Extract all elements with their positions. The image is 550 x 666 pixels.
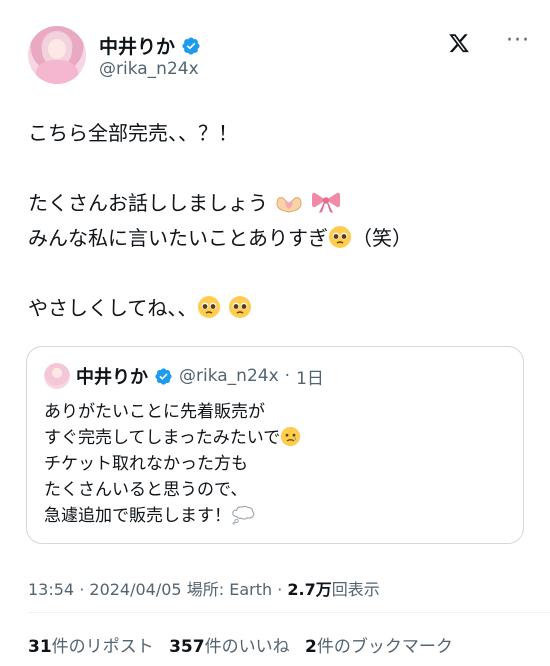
- tweet-body: こちら全部完売、、？！ たくさんお話ししましょう みんな私に言いたいことありすぎ…: [28, 116, 412, 326]
- reposts-stat[interactable]: 31件のリポスト: [28, 637, 154, 657]
- author-name-row: 中井りか: [99, 32, 201, 59]
- views-label: 回表示: [331, 580, 380, 599]
- pleading-face-emoji: [228, 296, 251, 318]
- quoted-line: 急遽追加で販売します！: [44, 503, 301, 529]
- separator-dot: ·: [277, 580, 283, 599]
- ribbon-emoji: [311, 192, 340, 213]
- x-logo-icon[interactable]: [448, 32, 470, 54]
- heart-hands-emoji: [276, 197, 302, 213]
- tweet-header: 中井りか @rika_n24x ···: [28, 26, 530, 88]
- tweet-time[interactable]: 13:54: [28, 580, 74, 599]
- thought-balloon-emoji: [232, 505, 255, 525]
- author-name[interactable]: 中井りか: [99, 32, 175, 59]
- face-holding-back-tears-emoji: [281, 426, 301, 447]
- quoted-line: すぐ完売してしまったみたいで: [44, 425, 301, 451]
- pleading-face-emoji: [198, 296, 221, 318]
- views-count: 2.7万: [287, 580, 332, 599]
- quoted-tweet-body: ありがたいことに先着販売が すぐ完売してしまったみたいで チケット取れなかった方…: [44, 399, 301, 529]
- quoted-line: チケット取れなかった方も: [44, 454, 248, 474]
- quoted-tweet-header: 中井りか @rika_n24x · 1日: [44, 363, 324, 389]
- quoted-author-avatar[interactable]: [44, 363, 70, 389]
- likes-stat[interactable]: 357件のいいね: [169, 637, 290, 657]
- quoted-author-handle[interactable]: @rika_n24x: [179, 366, 279, 386]
- divider: [28, 612, 550, 613]
- tweet-line: みんな私に言いたいことありすぎ （笑）: [28, 226, 412, 250]
- tweet-meta: 13:54 · 2024/04/05 場所: Earth · 2.7万回表示: [28, 576, 380, 600]
- quoted-tweet[interactable]: 中井りか @rika_n24x · 1日 ありがたいことに先着販売が すぐ完売し…: [26, 346, 524, 544]
- tweet-date[interactable]: 2024/04/05: [89, 580, 181, 599]
- quoted-author-name[interactable]: 中井りか: [76, 363, 148, 389]
- quoted-timestamp[interactable]: 1日: [296, 364, 324, 389]
- tweet-line: こちら全部完売、、？！: [28, 121, 238, 145]
- tweet-line: たくさんお話ししましょう: [28, 186, 412, 221]
- separator-dot: ·: [79, 580, 85, 599]
- author-avatar[interactable]: [28, 26, 86, 84]
- separator-dot: ·: [284, 366, 291, 386]
- verified-badge-icon: [155, 367, 172, 385]
- quoted-line: ありがたいことに先着販売が: [44, 402, 265, 422]
- engagement-stats: 31件のリポスト 357件のいいね 2件のブックマーク: [28, 632, 463, 657]
- pleading-face-emoji: [329, 226, 351, 248]
- verified-badge-icon: [182, 36, 200, 55]
- author-handle[interactable]: @rika_n24x: [99, 59, 199, 79]
- bookmarks-stat[interactable]: 2件のブックマーク: [305, 637, 453, 657]
- more-options-icon[interactable]: ···: [506, 30, 530, 52]
- quoted-line: たくさんいると思うので、: [44, 480, 248, 500]
- tweet-line: やさしくしてね、、: [28, 291, 412, 326]
- place-value[interactable]: Earth: [229, 580, 272, 599]
- place-label: 場所:: [186, 580, 225, 599]
